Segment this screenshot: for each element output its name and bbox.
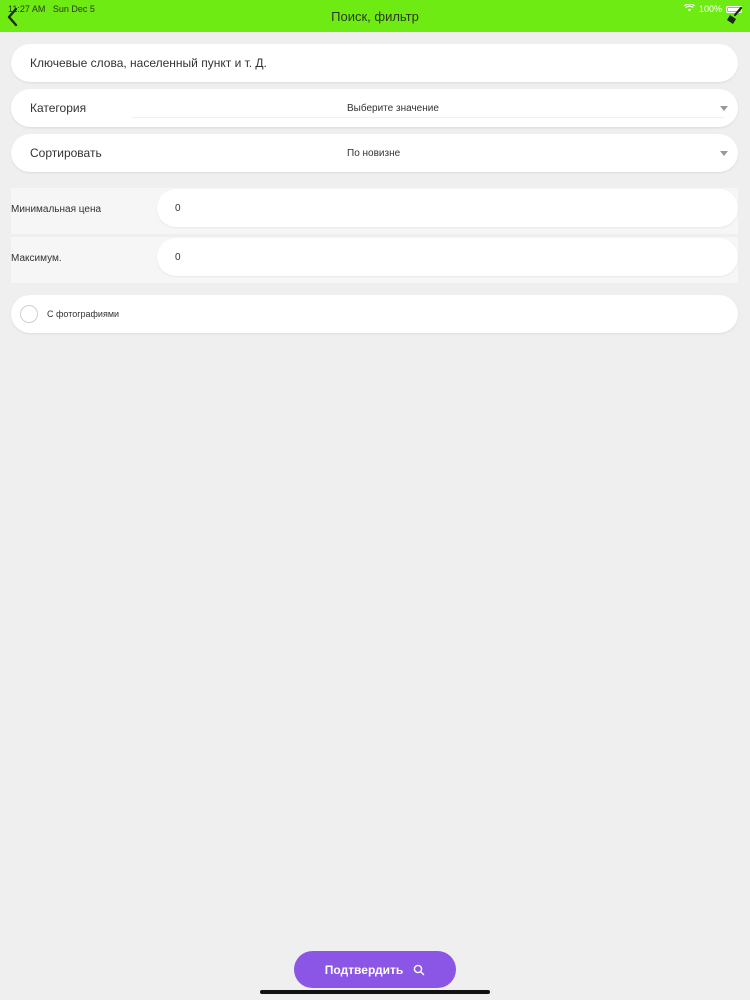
confirm-label: Подтвердить [324, 962, 404, 977]
price-max-row: Максимум. [11, 237, 738, 283]
category-label: Категория [30, 101, 87, 115]
price-max-field[interactable] [157, 238, 738, 276]
price-max-label: Максимум. [11, 253, 62, 264]
nav-bar: 11:27 AM Sun Dec 5 100% Поиск, фильтр [0, 0, 750, 32]
keywords-input[interactable] [11, 44, 738, 82]
caret-down-icon[interactable] [720, 151, 728, 156]
price-min-row: Минимальная цена [11, 188, 738, 234]
price-max-input[interactable] [157, 238, 738, 276]
price-min-label: Минимальная цена [11, 204, 102, 215]
category-value[interactable]: Выберите значение [347, 103, 439, 114]
with-photos-checkbox[interactable] [20, 305, 38, 323]
search-icon [413, 964, 425, 976]
home-indicator [260, 990, 490, 994]
sort-label: Сортировать [30, 146, 102, 160]
page-title: Поиск, фильтр [331, 9, 419, 24]
caret-down-icon[interactable] [720, 106, 728, 111]
sort-value[interactable]: По новизне [347, 148, 400, 159]
select-underline [131, 117, 724, 118]
broom-icon[interactable] [726, 6, 744, 25]
keywords-field[interactable] [11, 44, 738, 82]
confirm-button[interactable]: Подтвердить [294, 951, 456, 988]
sort-select[interactable]: Сортировать По новизне [11, 134, 738, 172]
price-min-field[interactable] [157, 189, 738, 227]
with-photos-label: С фотографиями [47, 309, 120, 319]
price-min-input[interactable] [157, 189, 738, 227]
category-select[interactable]: Категория Выберите значение [11, 89, 738, 127]
with-photos-row[interactable]: С фотографиями [11, 295, 738, 333]
